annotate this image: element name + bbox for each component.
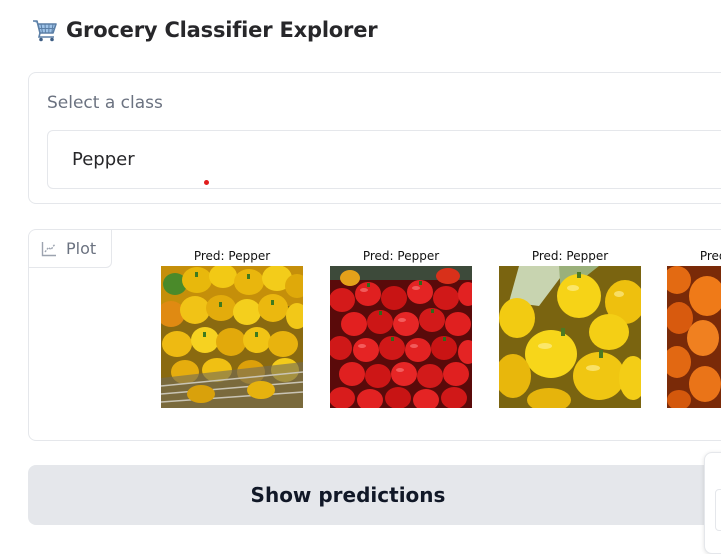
prediction-card: Pred: Pepper xyxy=(330,247,472,408)
prediction-image xyxy=(330,266,472,408)
prediction-label: Pred: Pepper xyxy=(667,247,721,265)
cursor-indicator xyxy=(204,180,209,185)
floating-widget-panel xyxy=(715,489,721,531)
floating-widget[interactable] xyxy=(704,452,721,554)
prediction-image xyxy=(499,266,641,408)
class-select-label: Select a class xyxy=(47,93,163,113)
app-header: Grocery Classifier Explorer xyxy=(32,18,377,42)
prediction-label: Pred: Pepper xyxy=(161,247,303,265)
prediction-card: Pred: Pepper xyxy=(161,247,303,408)
plot-tab-label: Plot xyxy=(66,239,96,258)
prediction-label: Pred: Pepper xyxy=(499,247,641,265)
prediction-image xyxy=(667,266,721,408)
prediction-card: Pred: Pepper xyxy=(499,247,641,408)
class-selector-panel: Select a class Pepper xyxy=(28,72,721,204)
plot-tab[interactable]: Plot xyxy=(28,229,112,268)
prediction-card: Pred: Pepper xyxy=(667,247,721,408)
shopping-cart-icon xyxy=(32,18,58,42)
plot-panel: Plot Pred: Pepper xyxy=(28,229,721,441)
prediction-image xyxy=(161,266,303,408)
line-chart-icon xyxy=(41,241,57,257)
class-dropdown-value: Pepper xyxy=(72,149,135,170)
show-predictions-button[interactable]: Show predictions xyxy=(28,465,721,525)
prediction-label: Pred: Pepper xyxy=(330,247,472,265)
class-dropdown[interactable]: Pepper xyxy=(47,130,721,189)
app-title: Grocery Classifier Explorer xyxy=(66,18,377,42)
